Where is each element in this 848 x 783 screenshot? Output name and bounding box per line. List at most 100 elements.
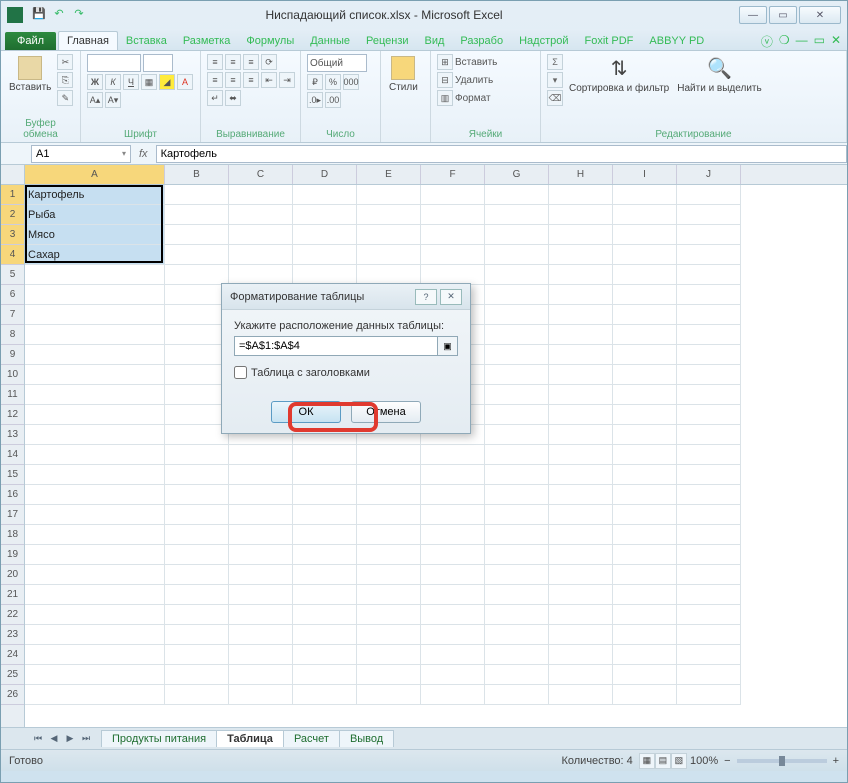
cell[interactable]	[549, 505, 613, 525]
cell[interactable]: Картофель	[25, 185, 165, 205]
sheet-nav-prev-icon[interactable]: ◀	[47, 732, 61, 746]
cell[interactable]	[293, 185, 357, 205]
cell[interactable]	[25, 505, 165, 525]
cell[interactable]	[549, 225, 613, 245]
range-input[interactable]	[234, 336, 438, 356]
cancel-button[interactable]: Отмена	[351, 401, 421, 423]
cell[interactable]	[613, 645, 677, 665]
cell[interactable]	[677, 525, 741, 545]
align-bottom-icon[interactable]: ≡	[243, 54, 259, 70]
row-header[interactable]: 7	[1, 305, 24, 325]
cell[interactable]	[25, 465, 165, 485]
row-header[interactable]: 10	[1, 365, 24, 385]
cell[interactable]	[165, 545, 229, 565]
cell[interactable]	[549, 665, 613, 685]
cell[interactable]	[421, 685, 485, 705]
view-normal-icon[interactable]: ▦	[639, 753, 655, 769]
font-size-box[interactable]	[143, 54, 173, 72]
cell[interactable]	[229, 245, 293, 265]
cell[interactable]	[229, 565, 293, 585]
cell[interactable]	[421, 265, 485, 285]
cell[interactable]	[613, 465, 677, 485]
cell[interactable]	[421, 445, 485, 465]
font-color-button[interactable]: A	[177, 74, 193, 90]
tab-foxit[interactable]: Foxit PDF	[577, 32, 642, 50]
cell[interactable]	[613, 405, 677, 425]
cell[interactable]	[293, 245, 357, 265]
cell[interactable]	[25, 565, 165, 585]
cell[interactable]	[549, 565, 613, 585]
cell[interactable]	[677, 385, 741, 405]
cell[interactable]	[25, 285, 165, 305]
cell[interactable]	[25, 265, 165, 285]
cell[interactable]	[549, 365, 613, 385]
row-header[interactable]: 8	[1, 325, 24, 345]
cell[interactable]	[165, 405, 229, 425]
cell[interactable]	[485, 485, 549, 505]
row-header[interactable]: 11	[1, 385, 24, 405]
cell[interactable]	[677, 685, 741, 705]
styles-button[interactable]: Стили	[387, 54, 420, 95]
cell[interactable]: Рыба	[25, 205, 165, 225]
cell[interactable]	[165, 205, 229, 225]
fill-color-button[interactable]: ◢	[159, 74, 175, 90]
cell[interactable]	[613, 585, 677, 605]
cell[interactable]	[485, 685, 549, 705]
column-header[interactable]: C	[229, 165, 293, 184]
cell[interactable]	[677, 545, 741, 565]
dialog-close-icon[interactable]: ✕	[440, 289, 462, 305]
cell[interactable]	[25, 325, 165, 345]
row-header[interactable]: 19	[1, 545, 24, 565]
cell[interactable]	[677, 505, 741, 525]
cell[interactable]	[485, 645, 549, 665]
cell[interactable]	[613, 185, 677, 205]
tab-home[interactable]: Главная	[58, 31, 118, 50]
row-header[interactable]: 16	[1, 485, 24, 505]
cell[interactable]	[613, 365, 677, 385]
cell[interactable]	[229, 205, 293, 225]
cell[interactable]	[613, 425, 677, 445]
cell[interactable]	[229, 665, 293, 685]
cell[interactable]	[549, 345, 613, 365]
cell[interactable]	[677, 485, 741, 505]
close-button[interactable]: ✕	[799, 6, 841, 24]
cell[interactable]	[613, 485, 677, 505]
cell[interactable]	[485, 285, 549, 305]
column-header[interactable]: H	[549, 165, 613, 184]
column-header[interactable]: J	[677, 165, 741, 184]
cell[interactable]	[421, 505, 485, 525]
tab-developer[interactable]: Разрабо	[452, 32, 511, 50]
row-header[interactable]: 14	[1, 445, 24, 465]
column-header[interactable]: E	[357, 165, 421, 184]
sheet-tab[interactable]: Продукты питания	[101, 730, 217, 747]
row-header[interactable]: 22	[1, 605, 24, 625]
cell[interactable]	[549, 425, 613, 445]
cell[interactable]	[293, 205, 357, 225]
cell[interactable]	[293, 445, 357, 465]
name-box[interactable]: A1▾	[31, 145, 131, 163]
row-header[interactable]: 4	[1, 245, 24, 265]
cell[interactable]	[293, 485, 357, 505]
select-all-corner[interactable]	[1, 165, 24, 185]
doc-max-icon[interactable]: ▭	[814, 33, 825, 50]
cell[interactable]	[421, 605, 485, 625]
cell[interactable]	[229, 645, 293, 665]
cell[interactable]	[229, 505, 293, 525]
cell[interactable]	[229, 265, 293, 285]
cell[interactable]	[677, 425, 741, 445]
cell[interactable]	[485, 385, 549, 405]
cell[interactable]	[421, 525, 485, 545]
cell[interactable]	[165, 425, 229, 445]
tab-review[interactable]: Рецензи	[358, 32, 417, 50]
cell[interactable]	[677, 225, 741, 245]
cell[interactable]	[613, 545, 677, 565]
cell[interactable]	[421, 205, 485, 225]
cell[interactable]	[165, 625, 229, 645]
ribbon-minimize-icon[interactable]: ⓥ	[761, 33, 773, 50]
paste-button[interactable]: Вставить	[7, 54, 53, 95]
row-header[interactable]: 13	[1, 425, 24, 445]
cell[interactable]	[421, 625, 485, 645]
cell[interactable]	[485, 365, 549, 385]
view-pagebreak-icon[interactable]: ▧	[671, 753, 687, 769]
view-layout-icon[interactable]: ▤	[655, 753, 671, 769]
